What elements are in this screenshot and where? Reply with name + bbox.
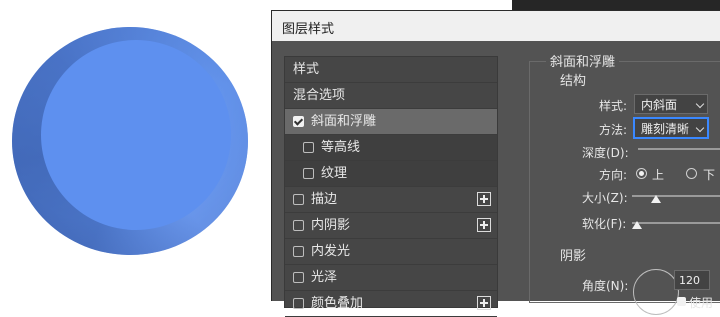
technique-select-value: 雕刻清晰 xyxy=(641,122,690,136)
style-list-item[interactable]: 内阴影 xyxy=(285,213,497,239)
style-label: 样式: xyxy=(599,99,628,113)
style-list-label: 内发光 xyxy=(311,244,351,259)
style-list-label: 样式 xyxy=(293,62,320,77)
style-list-label: 混合选项 xyxy=(293,88,346,103)
button-face xyxy=(41,40,231,230)
size-slider[interactable] xyxy=(632,195,720,197)
style-checkbox[interactable] xyxy=(303,168,314,179)
size-label: 大小(Z): xyxy=(582,191,628,205)
style-list-item[interactable]: 内发光 xyxy=(285,239,497,265)
style-list-label: 描边 xyxy=(311,192,338,207)
add-effect-plus-icon[interactable] xyxy=(477,192,491,206)
angle-dial[interactable] xyxy=(633,269,679,315)
style-checkbox[interactable] xyxy=(293,194,304,205)
style-list-label: 光泽 xyxy=(311,270,338,285)
style-list-label: 内阴影 xyxy=(311,218,351,233)
styles-list: 样式混合选项斜面和浮雕等高线纹理描边内阴影内发光光泽颜色叠加 xyxy=(284,56,498,317)
depth-slider[interactable] xyxy=(638,148,720,150)
style-checkbox[interactable] xyxy=(293,220,304,231)
style-list-item[interactable]: 描边 xyxy=(285,187,497,213)
style-list-item[interactable]: 纹理 xyxy=(285,161,497,187)
soften-label: 软化(F): xyxy=(582,217,627,231)
style-list-item[interactable]: 颜色叠加 xyxy=(285,291,497,317)
add-effect-plus-icon[interactable] xyxy=(477,218,491,232)
angle-label: 角度(N): xyxy=(582,279,629,293)
style-list-item[interactable]: 等高线 xyxy=(285,135,497,161)
style-list-item[interactable]: 样式 xyxy=(285,57,497,83)
structure-title: 结构 xyxy=(556,70,591,89)
add-effect-plus-icon[interactable] xyxy=(477,296,491,310)
use-global-checkbox[interactable] xyxy=(677,297,686,306)
document-canvas xyxy=(0,0,270,300)
style-select-value: 内斜面 xyxy=(641,98,678,112)
angle-input[interactable]: 120 xyxy=(674,270,710,290)
use-global-label: 使用 xyxy=(689,296,714,310)
style-checkbox[interactable] xyxy=(293,272,304,283)
direction-up-radio[interactable] xyxy=(636,168,647,179)
style-list-label: 等高线 xyxy=(321,140,361,155)
style-list-item[interactable]: 斜面和浮雕 xyxy=(285,109,497,135)
layer-style-dialog: 图层样式 样式 混合选项 斜面和浮雕 等高线 纹理 描边 内阴影 内发光 光泽 颜色叠加 斜面和浮… xyxy=(271,10,720,317)
style-list-label: 纹理 xyxy=(321,166,348,181)
direction-down-label: 下 xyxy=(703,168,716,182)
angle-input-value: 120 xyxy=(679,274,700,287)
style-select[interactable]: 内斜面 xyxy=(634,94,708,114)
chevron-down-icon xyxy=(695,99,705,109)
soften-slider[interactable] xyxy=(632,222,720,224)
style-checkbox[interactable] xyxy=(293,246,304,257)
technique-select[interactable]: 雕刻清晰 xyxy=(634,118,708,138)
shading-title: 阴影 xyxy=(556,245,591,264)
technique-label: 方法: xyxy=(599,123,628,137)
style-list-label: 颜色叠加 xyxy=(311,296,364,311)
chevron-down-icon xyxy=(695,123,705,133)
style-list-item[interactable]: 混合选项 xyxy=(285,83,497,109)
style-checkbox[interactable] xyxy=(303,142,314,153)
depth-label: 深度(D): xyxy=(582,146,629,160)
style-list-label: 斜面和浮雕 xyxy=(311,114,377,129)
soften-slider-thumb[interactable] xyxy=(632,221,642,229)
direction-label: 方向: xyxy=(599,168,628,182)
dialog-titlebar[interactable]: 图层样式 xyxy=(272,11,720,41)
section-title: 斜面和浮雕 xyxy=(546,51,620,70)
dialog-title: 图层样式 xyxy=(282,22,335,37)
direction-up-label: 上 xyxy=(652,168,665,182)
style-list-item[interactable]: 光泽 xyxy=(285,265,497,291)
style-checkbox[interactable] xyxy=(293,116,304,127)
direction-down-radio[interactable] xyxy=(686,168,697,179)
background-strip xyxy=(512,0,720,10)
size-slider-thumb[interactable] xyxy=(651,195,661,203)
